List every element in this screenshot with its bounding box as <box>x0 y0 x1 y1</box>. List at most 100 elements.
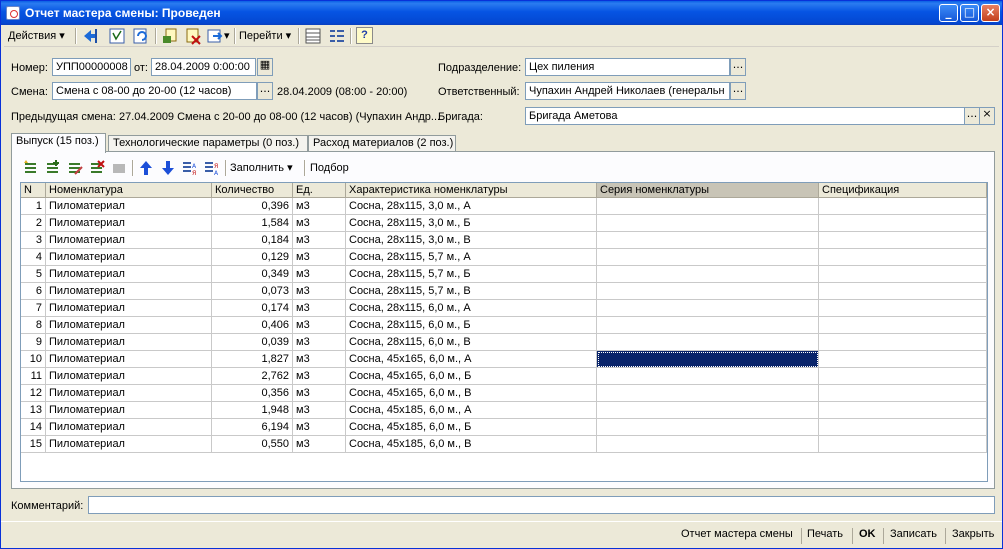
cell-unit[interactable]: м3 <box>293 385 346 402</box>
cell-specification[interactable] <box>819 436 987 453</box>
cell-nomenclature[interactable]: Пиломатериал <box>46 351 212 368</box>
cell-n[interactable]: 2 <box>21 215 46 232</box>
based-on-icon[interactable] <box>205 27 225 45</box>
save-button[interactable]: Записать <box>890 528 937 544</box>
cell-n[interactable]: 12 <box>21 385 46 402</box>
cell-quantity[interactable]: 1,584 <box>212 215 293 232</box>
close-button[interactable]: Закрыть <box>952 528 994 544</box>
goto-menu[interactable]: Перейти ▾ <box>239 27 291 45</box>
cell-series[interactable] <box>597 385 819 402</box>
fill-menu[interactable]: Заполнить ▾ <box>230 159 293 177</box>
tab-output[interactable]: Выпуск (15 поз.) <box>11 133 106 153</box>
responsible-field[interactable]: Чупахин Андрей Николаев (генеральн <box>525 82 730 100</box>
cell-quantity[interactable]: 1,827 <box>212 351 293 368</box>
cell-series[interactable] <box>597 215 819 232</box>
cell-unit[interactable]: м3 <box>293 436 346 453</box>
cell-specification[interactable] <box>819 198 987 215</box>
cell-specification[interactable] <box>819 232 987 249</box>
tab-tech-params[interactable]: Технологические параметры (0 поз.) <box>108 135 308 152</box>
cell-quantity[interactable]: 0,129 <box>212 249 293 266</box>
cell-unit[interactable]: м3 <box>293 198 346 215</box>
cell-series[interactable] <box>597 198 819 215</box>
cell-series[interactable] <box>597 232 819 249</box>
brigade-clear-button[interactable]: × <box>979 107 995 125</box>
print-button[interactable]: Печать <box>807 528 843 544</box>
cell-characteristic[interactable]: Сосна, 28х115, 5,7 м., В <box>346 283 597 300</box>
cell-unit[interactable]: м3 <box>293 232 346 249</box>
cell-specification[interactable] <box>819 419 987 436</box>
table-row[interactable]: 15 Пиломатериал 0,550 м3 Сосна, 45х185, 6,0 … <box>21 436 987 453</box>
brigade-field[interactable]: Бригада Аметова <box>525 107 965 125</box>
cell-specification[interactable] <box>819 402 987 419</box>
table-row[interactable]: 7 Пиломатериал 0,174 м3 Сосна, 28х115, 6,0 м… <box>21 300 987 317</box>
cell-quantity[interactable]: 0,073 <box>212 283 293 300</box>
cell-n[interactable]: 10 <box>21 351 46 368</box>
movements-icon[interactable] <box>327 27 347 45</box>
cell-characteristic[interactable]: Сосна, 45х185, 6,0 м., А <box>346 402 597 419</box>
edit-row-icon[interactable] <box>66 159 84 177</box>
cell-unit[interactable]: м3 <box>293 351 346 368</box>
cell-nomenclature[interactable]: Пиломатериал <box>46 215 212 232</box>
table-row[interactable]: 12 Пиломатериал 0,356 м3 Сосна, 45х165, 6,0 … <box>21 385 987 402</box>
cell-specification[interactable] <box>819 334 987 351</box>
structure-icon[interactable] <box>303 27 323 45</box>
header-col-specification[interactable]: Спецификация <box>819 183 987 198</box>
cell-specification[interactable] <box>819 215 987 232</box>
cell-n[interactable]: 4 <box>21 249 46 266</box>
brigade-select-button[interactable]: ... <box>964 107 980 125</box>
cell-nomenclature[interactable]: Пиломатериал <box>46 266 212 283</box>
table-row[interactable]: 11 Пиломатериал 2,762 м3 Сосна, 45х165, 6,0 … <box>21 368 987 385</box>
cell-nomenclature[interactable]: Пиломатериал <box>46 232 212 249</box>
cell-unit[interactable]: м3 <box>293 215 346 232</box>
cell-characteristic[interactable]: Сосна, 28х115, 5,7 м., А <box>346 249 597 266</box>
cell-unit[interactable]: м3 <box>293 317 346 334</box>
delete-row-icon[interactable] <box>88 159 106 177</box>
cell-unit[interactable]: м3 <box>293 266 346 283</box>
header-col-unit[interactable]: Ед. <box>293 183 346 198</box>
cell-characteristic[interactable]: Сосна, 28х115, 6,0 м., Б <box>346 317 597 334</box>
end-edit-icon[interactable] <box>110 159 128 177</box>
report-button[interactable]: Отчет мастера смены <box>681 528 793 544</box>
cell-specification[interactable] <box>819 300 987 317</box>
cell-series[interactable] <box>597 317 819 334</box>
cell-series[interactable] <box>597 368 819 385</box>
date-field[interactable]: 28.04.2009 0:00:00 <box>151 58 256 76</box>
cell-series[interactable] <box>597 351 819 368</box>
cell-n[interactable]: 9 <box>21 334 46 351</box>
copy-document-icon[interactable] <box>161 27 181 45</box>
table-row[interactable]: 3 Пиломатериал 0,184 м3 Сосна, 28х115, 3,0 м… <box>21 232 987 249</box>
close-window-button[interactable]: × <box>981 4 1000 22</box>
cell-specification[interactable] <box>819 351 987 368</box>
cell-quantity[interactable]: 1,948 <box>212 402 293 419</box>
cell-characteristic[interactable]: Сосна, 28х115, 5,7 м., Б <box>346 266 597 283</box>
cell-unit[interactable]: м3 <box>293 419 346 436</box>
cell-n[interactable]: 1 <box>21 198 46 215</box>
cell-series[interactable] <box>597 334 819 351</box>
post-document-icon[interactable] <box>107 27 127 45</box>
title-bar[interactable]: Отчет мастера смены: Проведен _ □ × <box>1 1 1002 25</box>
cell-characteristic[interactable]: Сосна, 45х185, 6,0 м., Б <box>346 419 597 436</box>
cell-series[interactable] <box>597 419 819 436</box>
cell-nomenclature[interactable]: Пиломатериал <box>46 368 212 385</box>
cell-n[interactable]: 11 <box>21 368 46 385</box>
help-icon[interactable]: ? <box>356 27 373 44</box>
move-down-icon[interactable] <box>159 159 177 177</box>
header-col-characteristic[interactable]: Характеристика номенклатуры <box>346 183 597 198</box>
cell-nomenclature[interactable]: Пиломатериал <box>46 385 212 402</box>
cell-quantity[interactable]: 0,406 <box>212 317 293 334</box>
add-row-icon[interactable] <box>22 159 40 177</box>
cell-nomenclature[interactable]: Пиломатериал <box>46 198 212 215</box>
ok-button[interactable]: OK <box>859 528 876 544</box>
sort-asc-icon[interactable]: AЯ <box>181 159 199 177</box>
cell-characteristic[interactable]: Сосна, 28х115, 3,0 м., Б <box>346 215 597 232</box>
cell-specification[interactable] <box>819 266 987 283</box>
cell-n[interactable]: 3 <box>21 232 46 249</box>
cell-characteristic[interactable]: Сосна, 28х115, 3,0 м., В <box>346 232 597 249</box>
table-row[interactable]: 13 Пиломатериал 1,948 м3 Сосна, 45х185, 6,0 … <box>21 402 987 419</box>
calendar-icon[interactable]: ▦ <box>257 58 273 76</box>
output-table[interactable]: N Номенклатура Количество Ед. Характеристика… <box>20 182 988 482</box>
cell-characteristic[interactable]: Сосна, 45х165, 6,0 м., А <box>346 351 597 368</box>
table-row[interactable]: 14 Пиломатериал 6,194 м3 Сосна, 45х185, 6,0 … <box>21 419 987 436</box>
cell-series[interactable] <box>597 436 819 453</box>
table-row[interactable]: 9 Пиломатериал 0,039 м3 Сосна, 28х115, 6,0 м… <box>21 334 987 351</box>
